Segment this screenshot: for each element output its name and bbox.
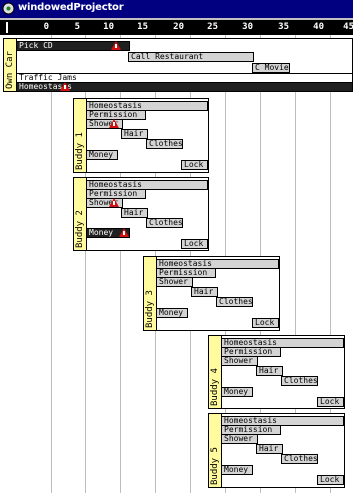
task-label: Money [224,465,249,474]
task-bar-money[interactable]: Money [86,150,118,160]
task-bar-clothes[interactable]: Clothes [281,454,318,464]
task-label: Pick CD [19,41,53,50]
task-label: Homeostasis [159,259,212,268]
own-car-panel: Own Car Pick CD Call Restaurant C Movie … [3,38,353,92]
task-bar-money[interactable]: Money [156,308,188,318]
task-bar-shower[interactable]: Shower [221,434,258,444]
task-bar-money[interactable]: Money [221,387,253,397]
buddy-panel-2: Buddy 2 Homeostasis Permission Shower Ha… [73,177,209,251]
task-label: Homeostasis [224,416,277,425]
task-label: Homeostasis [224,338,277,347]
task-bar-shower[interactable]: Shower [221,356,258,366]
task-label: Lock [184,160,204,169]
task-label: Lock [320,397,340,406]
task-label: Shower [159,277,188,286]
task-bar-clothes[interactable]: Clothes [146,218,183,228]
task-label: Hair [259,366,279,375]
warning-triangle-icon [109,198,119,207]
task-label: Traffic Jams [19,73,77,82]
task-bar-clothes[interactable]: Clothes [146,139,183,149]
task-bar-lock[interactable]: Lock [317,397,344,407]
task-bar-hair[interactable]: Hair [121,129,148,139]
buddy-label: Buddy 4 [210,368,220,406]
ruler-tick [6,22,8,33]
task-bar-hair[interactable]: Hair [256,444,283,454]
task-label: Money [224,387,249,396]
task-bar-c-movie[interactable]: C Movie [252,63,290,73]
buddy-panel-5: Buddy 5 Homeostasis Permission Shower Ha… [208,413,345,488]
task-label: Permission [89,110,138,119]
task-label: Clothes [284,454,318,463]
ruler-label: 25 [207,22,218,32]
buddy-label: Buddy 5 [210,447,220,485]
buddy-label: Buddy 3 [145,290,155,328]
task-bar-money[interactable]: Money [221,465,253,475]
task-label: Shower [224,434,253,443]
ruler-label: 35 [278,22,289,32]
warning-triangle-icon [111,41,121,50]
ruler-label: 15 [137,22,148,32]
task-label: Permission [89,189,138,198]
task-label: Lock [255,318,275,327]
ruler-label: 45 [343,22,353,32]
time-ruler: 0 5 10 15 20 25 30 35 40 45 [0,18,353,35]
task-label: Money [89,150,114,159]
task-bar-hair[interactable]: Hair [121,208,148,218]
task-bar-clothes[interactable]: Clothes [281,376,318,386]
task-label: Homeostasis [89,101,142,110]
task-label: Money [159,308,184,317]
task-label: Clothes [149,139,183,148]
grid-line [51,35,52,493]
ruler-label: 20 [173,22,184,32]
task-label: Hair [259,444,279,453]
task-bar-hair[interactable]: Hair [256,366,283,376]
window-title: windowedProjector [18,2,124,13]
task-bar-call-restaurant[interactable]: Call Restaurant [128,52,254,62]
task-label: Hair [124,208,144,217]
ruler-label: 5 [74,22,80,32]
task-bar-lock[interactable]: Lock [252,318,279,328]
task-label: Clothes [219,297,253,306]
task-label: Permission [224,425,273,434]
task-label: Shower [224,356,253,365]
task-bar-lock[interactable]: Lock [181,160,208,170]
warning-triangle-icon [60,82,70,91]
task-bar-hair[interactable]: Hair [191,287,218,297]
ruler-label: 40 [313,22,324,32]
projector-icon[interactable] [2,2,15,15]
ruler-label: 10 [103,22,114,32]
task-bar-clothes[interactable]: Clothes [216,297,253,307]
task-label: Call Restaurant [131,52,204,61]
buddy-panel-4: Buddy 4 Homeostasis Permission Shower Ha… [208,335,345,409]
task-label: Hair [194,287,214,296]
own-car-label: Own Car [5,51,15,89]
task-label: Clothes [284,376,318,385]
task-label: Permission [159,268,208,277]
ruler-label: 30 [242,22,253,32]
task-label: Lock [320,475,340,484]
task-bar-shower[interactable]: Shower [156,277,193,287]
task-bar-lock[interactable]: Lock [317,475,344,485]
task-label: Homeostasis [89,180,142,189]
task-label: Money [89,228,114,237]
buddy-label: Buddy 1 [75,132,85,170]
task-label: Lock [184,239,204,248]
warning-triangle-icon [109,119,119,128]
buddy-label: Buddy 2 [75,210,85,248]
buddy-panel-1: Buddy 1 Homeostasis Permission Shower Ha… [73,98,209,173]
task-label: Hair [124,129,144,138]
buddy-panel-3: Buddy 3 Homeostasis Permission Shower Ha… [143,256,280,331]
task-label: Clothes [149,218,183,227]
warning-triangle-icon [119,228,129,237]
task-label: Permission [224,347,273,356]
task-label: C Movie [255,63,289,72]
task-bar-lock[interactable]: Lock [181,239,208,249]
ruler-label: 0 [43,22,49,32]
title-bar: windowedProjector [0,0,353,18]
